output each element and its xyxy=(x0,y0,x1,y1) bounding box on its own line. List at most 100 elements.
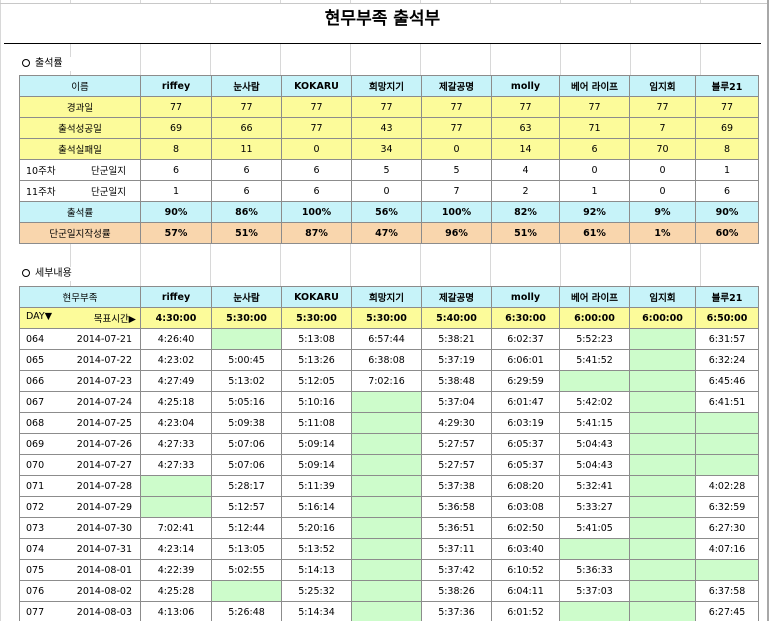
time-cell[interactable]: 5:04:43 xyxy=(559,433,630,455)
time-cell[interactable]: 4:02:28 xyxy=(695,475,759,497)
target-time-cell[interactable]: 5:40:00 xyxy=(421,307,492,329)
value-cell[interactable]: 77 xyxy=(421,96,492,118)
member-header-cell[interactable]: 제갈공명 xyxy=(421,75,492,97)
time-cell[interactable]: 5:13:08 xyxy=(281,328,352,350)
value-cell[interactable]: 1 xyxy=(695,159,759,181)
target-time-cell[interactable]: 6:00:00 xyxy=(559,307,630,329)
time-cell[interactable]: 5:05:16 xyxy=(211,391,282,413)
empty-cell[interactable] xyxy=(695,433,759,455)
empty-cell[interactable] xyxy=(351,559,422,581)
value-cell[interactable]: 0 xyxy=(351,180,422,202)
row-label-cell[interactable]: 경과일 xyxy=(19,96,141,118)
day-date-cell[interactable]: 073 2014-07-30 xyxy=(19,517,141,539)
empty-cell[interactable] xyxy=(351,475,422,497)
time-cell[interactable]: 6:08:20 xyxy=(491,475,560,497)
member-header-cell[interactable]: KOKARU xyxy=(281,75,352,97)
time-cell[interactable]: 6:02:37 xyxy=(491,328,560,350)
time-cell[interactable]: 4:26:40 xyxy=(140,328,212,350)
value-cell[interactable]: 8 xyxy=(140,138,212,160)
time-cell[interactable]: 5:13:05 xyxy=(211,538,282,560)
rate-cell[interactable]: 9% xyxy=(629,201,696,223)
value-cell[interactable]: 0 xyxy=(629,180,696,202)
value-cell[interactable]: 69 xyxy=(140,117,212,139)
value-cell[interactable]: 6 xyxy=(695,180,759,202)
day-date-cell[interactable]: 070 2014-07-27 xyxy=(19,454,141,476)
day-date-cell[interactable]: 075 2014-08-01 xyxy=(19,559,141,581)
time-cell[interactable]: 6:41:51 xyxy=(695,391,759,413)
time-cell[interactable]: 5:36:58 xyxy=(421,496,492,518)
empty-cell[interactable] xyxy=(559,370,630,392)
time-cell[interactable]: 6:38:08 xyxy=(351,349,422,371)
value-cell[interactable]: 77 xyxy=(281,96,352,118)
value-cell[interactable]: 77 xyxy=(695,96,759,118)
value-cell[interactable]: 34 xyxy=(351,138,422,160)
value-cell[interactable]: 1 xyxy=(140,180,212,202)
day-date-cell[interactable]: 068 2014-07-25 xyxy=(19,412,141,434)
time-cell[interactable]: 5:52:23 xyxy=(559,328,630,350)
time-cell[interactable]: 6:45:46 xyxy=(695,370,759,392)
day-date-cell[interactable]: 066 2014-07-23 xyxy=(19,370,141,392)
empty-cell[interactable] xyxy=(695,412,759,434)
time-cell[interactable]: 5:37:11 xyxy=(421,538,492,560)
time-cell[interactable]: 6:32:24 xyxy=(695,349,759,371)
value-cell[interactable]: 77 xyxy=(629,96,696,118)
value-cell[interactable]: 0 xyxy=(421,138,492,160)
time-cell[interactable]: 4:27:33 xyxy=(140,433,212,455)
time-cell[interactable]: 5:14:34 xyxy=(281,601,352,621)
member-header-cell[interactable]: 블루21 xyxy=(695,75,759,97)
rate-cell[interactable]: 100% xyxy=(281,201,352,223)
member-header-cell[interactable]: KOKARU xyxy=(281,286,352,308)
rate-cell[interactable]: 92% xyxy=(559,201,630,223)
time-cell[interactable]: 5:27:57 xyxy=(421,454,492,476)
empty-cell[interactable] xyxy=(629,559,696,581)
member-header-cell[interactable]: molly xyxy=(491,75,560,97)
empty-cell[interactable] xyxy=(629,370,696,392)
rate-cell[interactable]: 56% xyxy=(351,201,422,223)
member-header-cell[interactable]: molly xyxy=(491,286,560,308)
value-cell[interactable]: 77 xyxy=(351,96,422,118)
rate-cell[interactable]: 82% xyxy=(491,201,560,223)
rate-cell[interactable]: 100% xyxy=(421,201,492,223)
value-cell[interactable]: 4 xyxy=(491,159,560,181)
time-cell[interactable]: 7:02:16 xyxy=(351,370,422,392)
target-time-cell[interactable]: 6:30:00 xyxy=(491,307,560,329)
empty-cell[interactable] xyxy=(629,433,696,455)
row-label-cell[interactable]: 출석성공일 xyxy=(19,117,141,139)
name-header-cell[interactable]: 이름 xyxy=(19,75,141,97)
time-cell[interactable]: 5:13:26 xyxy=(281,349,352,371)
empty-cell[interactable] xyxy=(629,517,696,539)
time-cell[interactable]: 5:37:38 xyxy=(421,475,492,497)
time-cell[interactable]: 6:04:11 xyxy=(491,580,560,602)
time-cell[interactable]: 5:37:03 xyxy=(559,580,630,602)
journal-rate-cell[interactable]: 87% xyxy=(281,222,352,244)
time-cell[interactable]: 5:28:17 xyxy=(211,475,282,497)
value-cell[interactable]: 6 xyxy=(281,159,352,181)
empty-cell[interactable] xyxy=(351,433,422,455)
time-cell[interactable]: 6:01:52 xyxy=(491,601,560,621)
time-cell[interactable]: 5:41:52 xyxy=(559,349,630,371)
time-cell[interactable]: 4:23:04 xyxy=(140,412,212,434)
row-label-cell[interactable]: 출석률 xyxy=(19,201,141,223)
time-cell[interactable]: 5:04:43 xyxy=(559,454,630,476)
time-cell[interactable]: 6:06:01 xyxy=(491,349,560,371)
time-cell[interactable]: 6:03:40 xyxy=(491,538,560,560)
empty-cell[interactable] xyxy=(629,454,696,476)
value-cell[interactable]: 8 xyxy=(695,138,759,160)
time-cell[interactable]: 5:13:02 xyxy=(211,370,282,392)
time-cell[interactable]: 6:31:57 xyxy=(695,328,759,350)
value-cell[interactable]: 71 xyxy=(559,117,630,139)
empty-cell[interactable] xyxy=(211,580,282,602)
time-cell[interactable]: 5:38:21 xyxy=(421,328,492,350)
time-cell[interactable]: 6:03:19 xyxy=(491,412,560,434)
member-header-cell[interactable]: 제갈공명 xyxy=(421,286,492,308)
empty-cell[interactable] xyxy=(559,538,630,560)
time-cell[interactable]: 6:05:37 xyxy=(491,433,560,455)
time-cell[interactable]: 5:27:57 xyxy=(421,433,492,455)
empty-cell[interactable] xyxy=(351,391,422,413)
time-cell[interactable]: 5:10:16 xyxy=(281,391,352,413)
time-cell[interactable]: 6:37:58 xyxy=(695,580,759,602)
empty-cell[interactable] xyxy=(351,580,422,602)
value-cell[interactable]: 0 xyxy=(629,159,696,181)
value-cell[interactable]: 6 xyxy=(281,180,352,202)
time-cell[interactable]: 4:23:02 xyxy=(140,349,212,371)
